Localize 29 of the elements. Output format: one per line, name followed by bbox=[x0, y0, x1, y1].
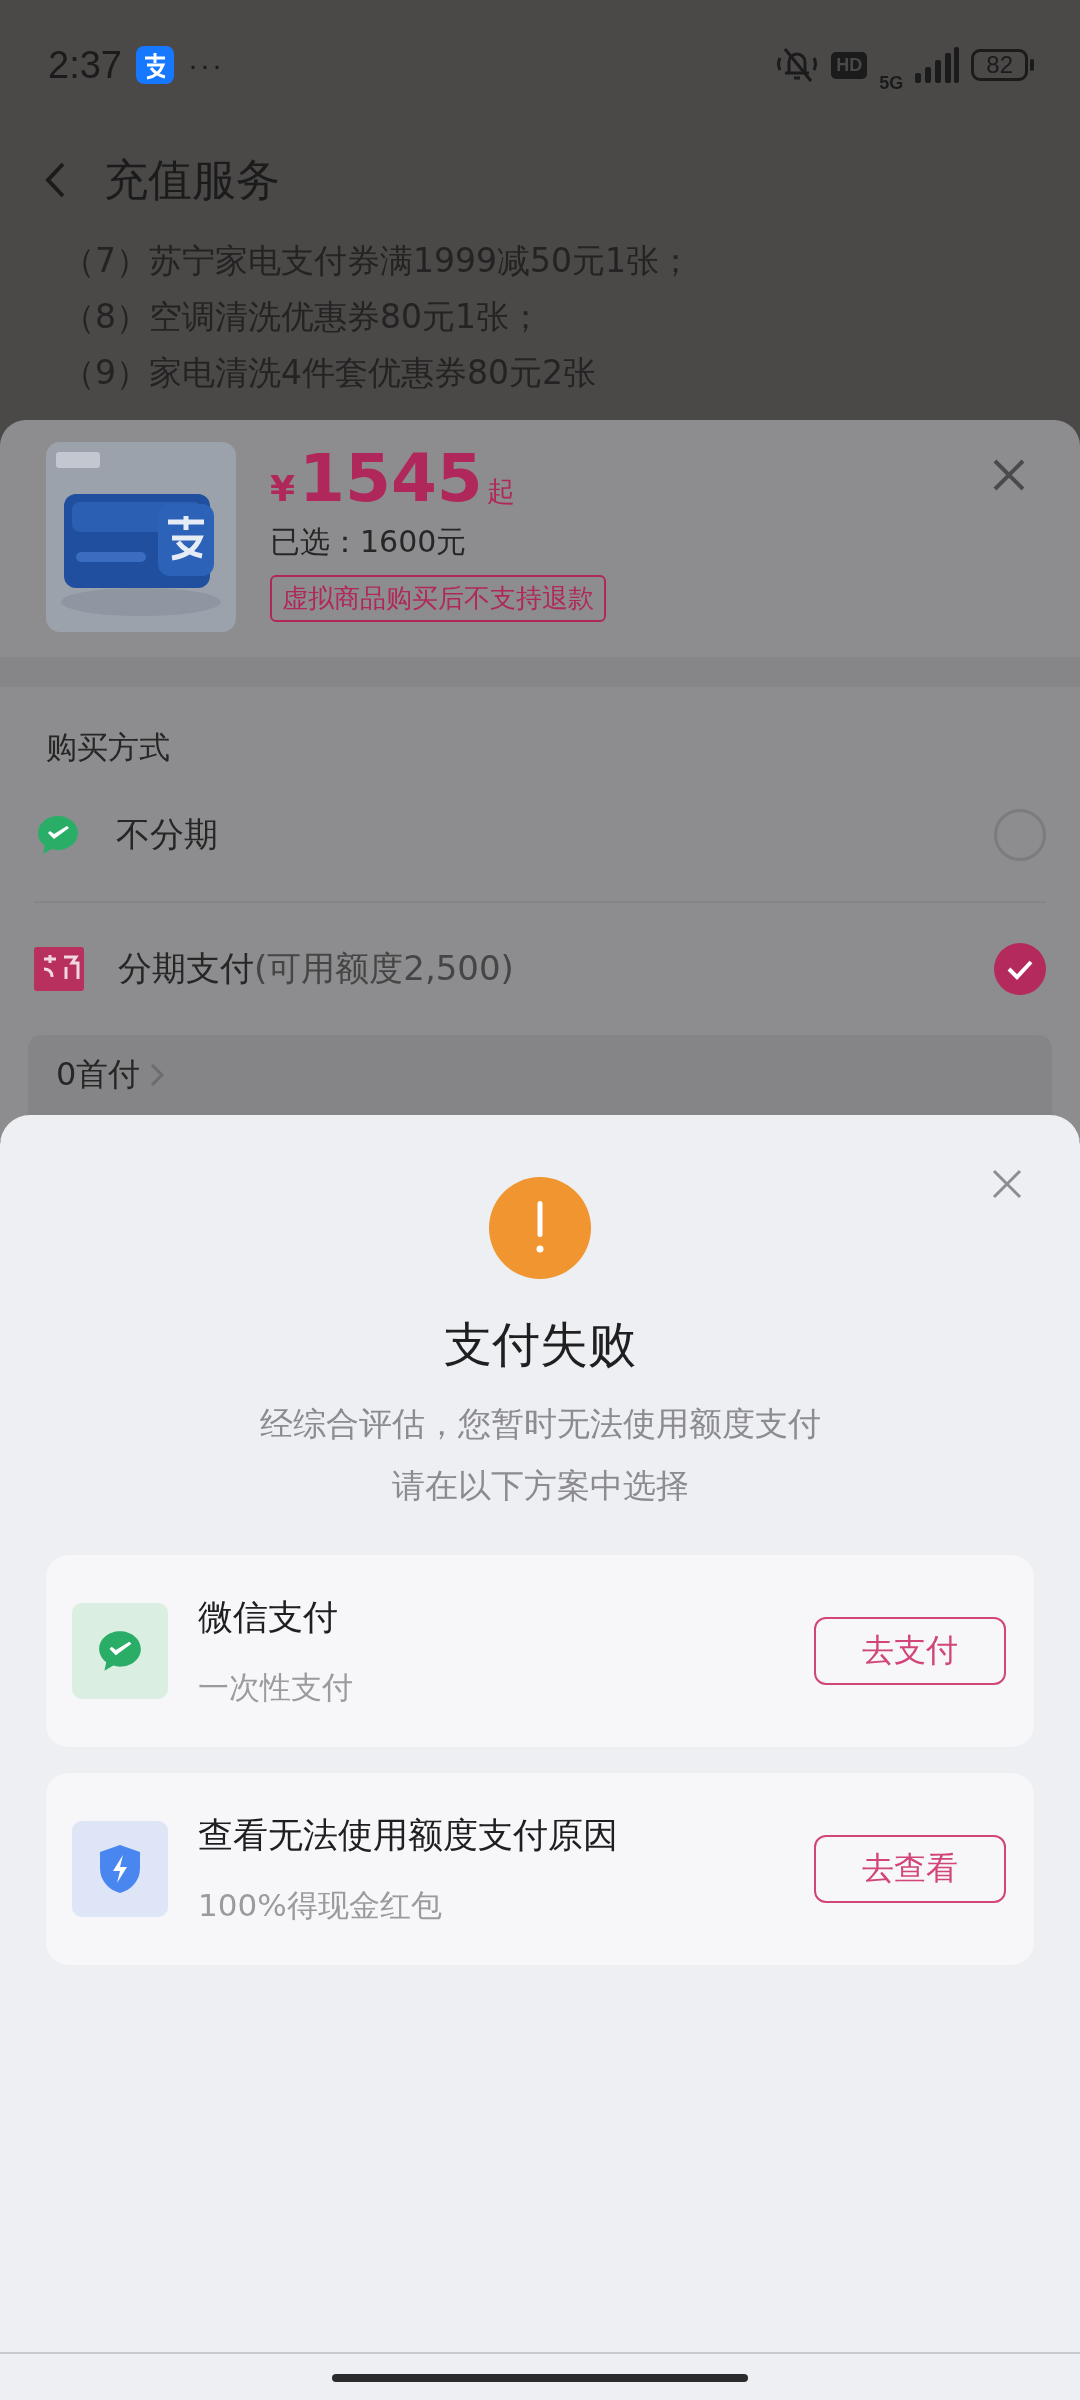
dialog-message: 经综合评估，您暂时无法使用额度支付 bbox=[259, 1403, 821, 1445]
dialog-title: 支付失败 bbox=[444, 1315, 636, 1374]
down-payment-option[interactable]: 0首付 bbox=[28, 1035, 1052, 1115]
more-indicator: ··· bbox=[187, 48, 224, 82]
method-label: 分期支付(可用额度2,500) bbox=[118, 947, 515, 990]
checked-radio[interactable] bbox=[994, 943, 1046, 995]
back-icon[interactable] bbox=[44, 161, 66, 199]
action-button[interactable]: 去支付 bbox=[814, 1617, 1006, 1685]
action-button[interactable]: 去查看 bbox=[814, 1835, 1006, 1903]
close-icon[interactable] bbox=[992, 458, 1026, 492]
dialog-message: 请在以下方案中选择 bbox=[390, 1465, 690, 1507]
currency-symbol: ¥ bbox=[270, 468, 296, 509]
option-subtitle: 一次性支付 bbox=[198, 1667, 354, 1707]
warning-icon bbox=[489, 1177, 591, 1279]
chevron-icon bbox=[150, 1063, 165, 1087]
method-label: 不分期 bbox=[116, 813, 219, 856]
close-icon[interactable] bbox=[992, 1169, 1022, 1199]
option-title: 微信支付 bbox=[198, 1595, 339, 1639]
option-title: 查看无法使用额度支付原因 bbox=[198, 1813, 619, 1857]
option-subtitle: 100%得现金红包 bbox=[198, 1885, 443, 1925]
price-suffix: 起 bbox=[486, 474, 515, 510]
muted-bell-icon bbox=[775, 45, 820, 85]
signal-icon bbox=[915, 47, 960, 83]
section-title: 购买方式 bbox=[45, 728, 171, 767]
price-amount: 1545 bbox=[299, 442, 483, 516]
selected-amount: 已选：1600元 bbox=[270, 523, 468, 561]
payment-method-row[interactable]: 不分期 bbox=[34, 769, 1046, 901]
app-icon bbox=[135, 46, 174, 84]
refund-notice: 虚拟商品购买后不支持退款 bbox=[270, 575, 606, 622]
